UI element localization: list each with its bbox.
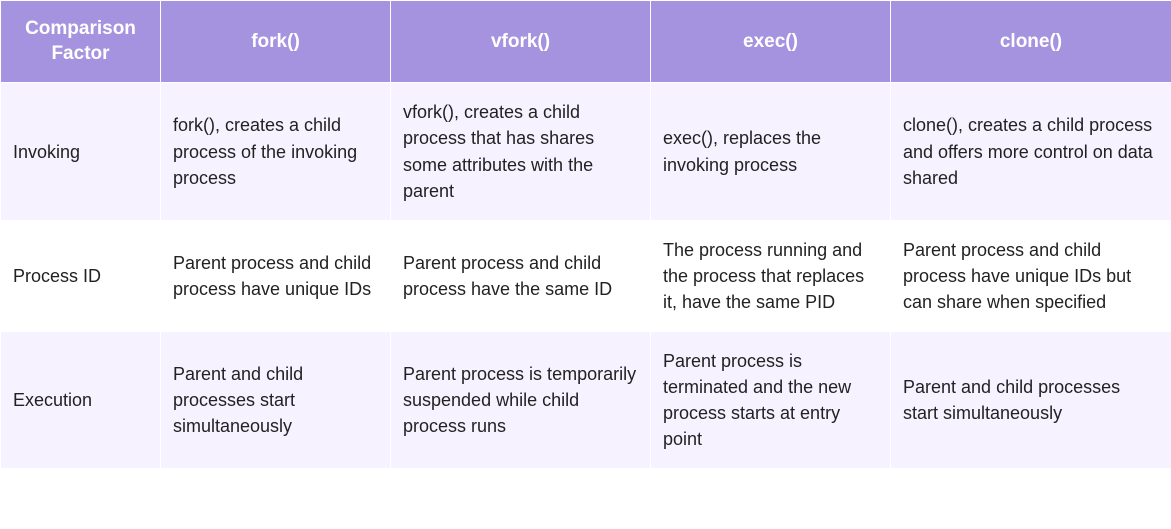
cell-clone: Parent process and child process have un… <box>891 220 1171 331</box>
cell-vfork: vfork(), creates a child process that ha… <box>391 83 651 220</box>
cell-clone: Parent and child processes start simulta… <box>891 332 1171 469</box>
header-vfork: vfork() <box>391 1 651 83</box>
table-row: Process ID Parent process and child proc… <box>1 220 1171 331</box>
cell-fork: Parent and child processes start simulta… <box>161 332 391 469</box>
cell-exec: exec(), replaces the invoking process <box>651 83 891 220</box>
header-exec: exec() <box>651 1 891 83</box>
cell-vfork: Parent process is temporarily suspended … <box>391 332 651 469</box>
header-clone: clone() <box>891 1 1171 83</box>
cell-fork: fork(), creates a child process of the i… <box>161 83 391 220</box>
header-factor: Comparison Factor <box>1 1 161 83</box>
cell-factor: Process ID <box>1 220 161 331</box>
table-row: Execution Parent and child processes sta… <box>1 332 1171 469</box>
cell-exec: The process running and the process that… <box>651 220 891 331</box>
header-row: Comparison Factor fork() vfork() exec() … <box>1 1 1171 83</box>
cell-fork: Parent process and child process have un… <box>161 220 391 331</box>
cell-factor: Invoking <box>1 83 161 220</box>
cell-factor: Execution <box>1 332 161 469</box>
cell-exec: Parent process is terminated and the new… <box>651 332 891 469</box>
header-fork: fork() <box>161 1 391 83</box>
cell-vfork: Parent process and child process have th… <box>391 220 651 331</box>
table-row: Invoking fork(), creates a child process… <box>1 83 1171 220</box>
cell-clone: clone(), creates a child process and off… <box>891 83 1171 220</box>
comparison-table: Comparison Factor fork() vfork() exec() … <box>0 0 1171 469</box>
